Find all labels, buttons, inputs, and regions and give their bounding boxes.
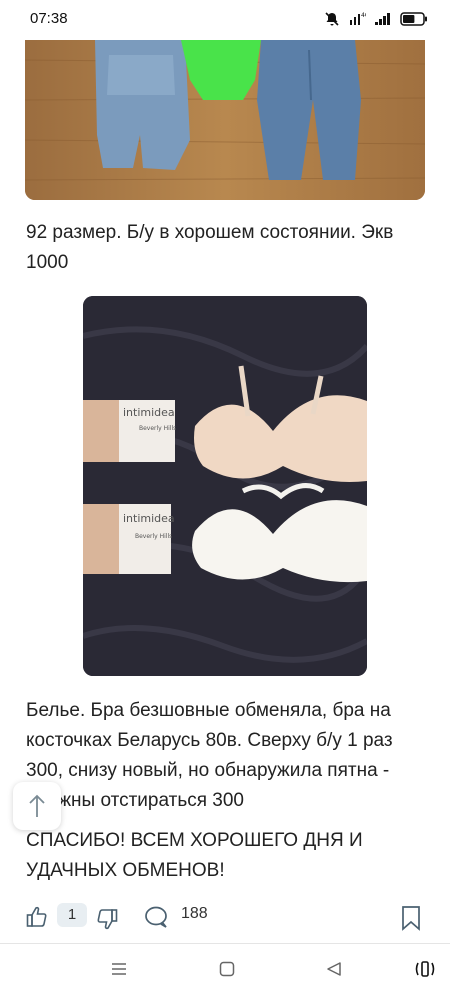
thumb-up-icon[interactable] <box>25 905 49 929</box>
battery-icon <box>400 12 427 26</box>
wifi-icon: 4G <box>350 12 366 25</box>
status-bar: 07:38 4G <box>0 0 450 40</box>
accessibility-icon[interactable] <box>414 960 436 978</box>
clothes-photo <box>25 40 425 200</box>
status-time: 07:38 <box>30 10 68 27</box>
package-brand-top: intimidea <box>123 406 175 419</box>
like-count: 1 <box>57 903 87 927</box>
system-nav-bar <box>0 944 450 1000</box>
home-icon[interactable] <box>218 960 236 978</box>
arrow-up-icon <box>29 794 45 817</box>
bookmark-icon[interactable] <box>400 905 422 931</box>
signal-icon <box>375 13 390 25</box>
comment-icon[interactable] <box>144 905 170 929</box>
underwear-photo: intimidea Beverly Hills intimidea Beverl… <box>83 296 367 676</box>
scroll-to-top-button[interactable] <box>13 782 61 830</box>
thumb-down-icon[interactable] <box>95 907 119 931</box>
post-text-thanks: СПАСИБО! ВСЕМ ХОРОШЕГО ДНЯ И УДАЧНЫХ ОБМ… <box>26 830 363 881</box>
post-text-clothes: 92 размер. Б/у в хорошем состоянии. Экв … <box>26 222 394 273</box>
package-line-top: Beverly Hills <box>139 425 176 432</box>
post-text-underwear: Белье. Бра безшовные обменяла, бра на ко… <box>26 700 393 811</box>
back-icon[interactable] <box>325 960 343 978</box>
mute-icon <box>325 12 339 26</box>
menu-icon[interactable] <box>110 960 128 978</box>
post-image-underwear[interactable]: intimidea Beverly Hills intimidea Beverl… <box>83 296 367 676</box>
comment-count: 188 <box>181 905 208 922</box>
package-line-bottom: Beverly Hills <box>135 533 172 540</box>
post-image-clothes[interactable] <box>25 40 425 200</box>
status-icons: 4G <box>324 11 428 27</box>
post-actions: 1 188 <box>0 895 450 943</box>
svg-text:4G: 4G <box>361 12 366 19</box>
package-brand-bottom: intimidea <box>123 512 175 525</box>
